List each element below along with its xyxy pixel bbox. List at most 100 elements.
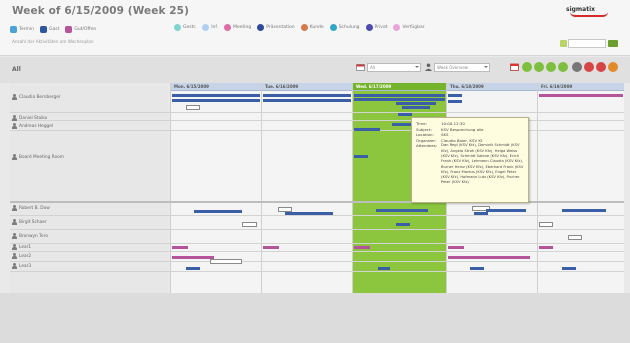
day-header[interactable]: Fri. 6/19/2009 (538, 83, 624, 91)
legend-label: Gast (49, 26, 60, 32)
event-bar[interactable] (263, 246, 279, 249)
resource-row[interactable]: Board Meeting Room (12, 154, 64, 160)
event-bar[interactable] (539, 246, 553, 249)
resource-row[interactable]: Robert B. Dow (12, 205, 50, 211)
legend-item[interactable]: Termin (10, 25, 35, 33)
event-bar[interactable] (354, 94, 445, 97)
event-box[interactable] (539, 222, 553, 227)
day-header[interactable]: Thu. 6/18/2009 (447, 83, 537, 91)
event-bar[interactable] (378, 267, 390, 270)
person-icon[interactable] (424, 63, 433, 71)
event-bar[interactable] (354, 128, 380, 131)
event-bar[interactable] (402, 106, 430, 109)
next-day-button[interactable] (546, 62, 556, 72)
legend-label: Termin (19, 26, 35, 32)
room-icon (12, 154, 17, 160)
legend-item[interactable]: Schulung (329, 24, 360, 31)
legend-item[interactable]: Kunde (300, 24, 324, 31)
event-bar[interactable] (486, 209, 526, 212)
event-bar[interactable] (448, 94, 462, 97)
legend-item[interactable]: Verfügbar (393, 24, 425, 31)
resource-row[interactable]: Bronwyn Tero (12, 233, 48, 239)
settings-gear-icon[interactable] (572, 62, 582, 72)
filter-label: All (12, 66, 21, 73)
legend-item[interactable]: Meeting (224, 24, 251, 31)
event-bar[interactable] (396, 102, 436, 105)
row-divider (10, 130, 624, 131)
event-bar[interactable] (396, 223, 410, 226)
resource-row[interactable]: Andreas Heggel (12, 123, 53, 129)
row-divider (10, 229, 624, 230)
close-icon[interactable] (584, 62, 594, 72)
event-box[interactable] (186, 105, 200, 110)
event-bar[interactable] (470, 267, 484, 270)
legend-item[interactable]: Gestr. (174, 24, 196, 31)
event-box[interactable] (210, 259, 242, 264)
event-bar[interactable] (172, 256, 214, 259)
event-bar[interactable] (562, 209, 606, 212)
event-bar[interactable] (398, 113, 412, 116)
event-bar[interactable] (354, 98, 445, 101)
event-bar[interactable] (448, 246, 464, 249)
view-select[interactable]: Week Overview (434, 63, 490, 72)
page-subtitle: Anzahl der Aktivitäten am Wochenplan (12, 39, 94, 44)
group-select[interactable]: All (367, 63, 421, 72)
event-bar[interactable] (263, 94, 351, 97)
event-bar[interactable] (263, 99, 351, 102)
event-bar[interactable] (474, 212, 488, 215)
row-divider (10, 261, 624, 262)
event-bar[interactable] (172, 246, 188, 249)
resource-row[interactable]: Lear1 (12, 244, 31, 250)
previous-day-button[interactable] (534, 62, 544, 72)
calendar-red-icon[interactable] (510, 63, 519, 71)
resource-name: Daniel Staiko (19, 115, 48, 121)
tooltip-key: Attendees: (416, 143, 438, 149)
event-box[interactable] (568, 235, 582, 240)
toolbar: All All Week Overview (0, 57, 630, 83)
legend-swatch-icon (174, 24, 181, 31)
event-bar[interactable] (172, 94, 260, 97)
event-bar[interactable] (285, 212, 333, 215)
legend-swatch-icon (329, 24, 337, 31)
resource-row[interactable]: Lear2 (12, 253, 31, 259)
resource-name: Birgit Schaer (19, 219, 47, 225)
resource-row[interactable]: Lear3 (12, 263, 31, 269)
remove-icon[interactable] (596, 62, 606, 72)
event-bar[interactable] (186, 267, 200, 270)
event-bar[interactable] (448, 100, 462, 103)
resource-name: Andreas Heggel (19, 123, 54, 129)
event-bar[interactable] (392, 123, 412, 126)
event-bar[interactable] (539, 94, 623, 97)
previous-week-button[interactable] (522, 62, 532, 72)
legend-item[interactable]: Privat (365, 24, 387, 31)
calendar-icon[interactable] (356, 63, 365, 71)
day-header[interactable]: Wed. 6/17/2009 (353, 83, 446, 91)
event-bar[interactable] (376, 209, 428, 212)
legend-item[interactable]: Inf. (202, 24, 218, 31)
event-tooltip: Time: 10:00-12:30 Subject: KSV Besprechu… (411, 117, 529, 203)
resource-row[interactable]: Birgit Schaer (12, 219, 47, 225)
warning-icon[interactable] (608, 62, 618, 72)
event-bar[interactable] (172, 99, 260, 102)
event-bar[interactable] (448, 256, 530, 259)
tooltip-value: Dan Regl (KSV Kfz), Dominik Schmidt (KSV… (441, 143, 524, 185)
event-bar[interactable] (194, 210, 242, 213)
person-icon (12, 115, 17, 121)
event-box[interactable] (242, 222, 257, 227)
event-bar[interactable] (354, 155, 368, 158)
next-week-button[interactable] (558, 62, 568, 72)
resource-row[interactable]: Daniel Staiko (12, 115, 47, 121)
resource-name: Lear2 (19, 253, 32, 259)
legend-item[interactable]: Präsentation (257, 24, 295, 31)
event-bar[interactable] (562, 267, 576, 270)
day-header[interactable]: Tue. 6/16/2009 (262, 83, 352, 91)
event-bar[interactable] (354, 246, 370, 249)
row-divider (10, 112, 624, 113)
search-input[interactable] (568, 39, 606, 48)
day-header[interactable]: Mon. 6/15/2009 (171, 83, 261, 91)
search-icon[interactable] (560, 40, 567, 47)
resource-row[interactable]: Claudia Bernberger (12, 94, 61, 100)
legend-item[interactable]: Gut/Offen (65, 25, 96, 33)
go-button[interactable] (608, 40, 618, 47)
legend-item[interactable]: Gast (40, 25, 60, 33)
